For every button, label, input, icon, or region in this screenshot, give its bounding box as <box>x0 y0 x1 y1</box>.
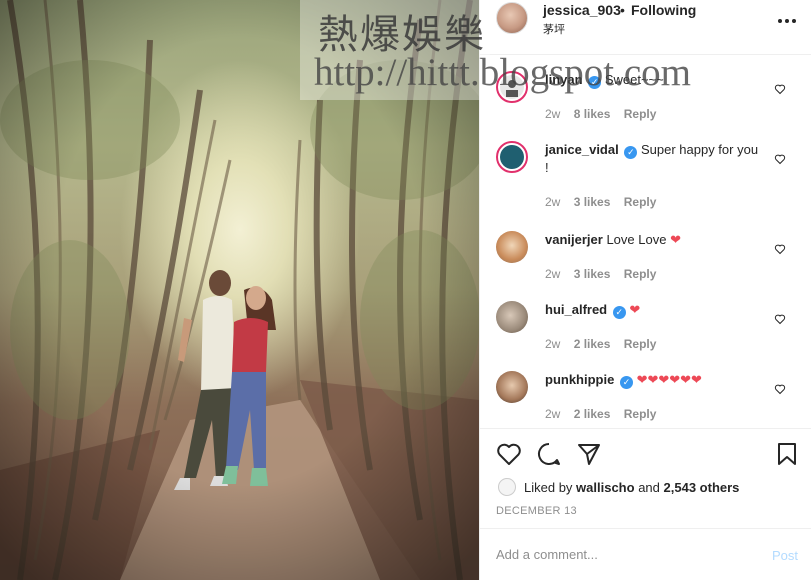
liked-by-and: and <box>638 479 660 495</box>
comment-likes[interactable]: 2 likes <box>574 407 611 421</box>
comment-list: linyan ✓ Sweet~~~ 2w 8 likes Reply janic… <box>480 56 811 428</box>
verified-badge-icon: ✓ <box>624 146 638 159</box>
verified-badge-icon: ✓ <box>619 376 633 389</box>
comment-item: hui_alfred ✓ ❤ 2w 2 likes Reply <box>480 301 811 361</box>
reply-button[interactable]: Reply <box>624 107 657 121</box>
author-avatar[interactable] <box>496 2 528 34</box>
reply-button[interactable]: Reply <box>624 195 657 209</box>
post-header: jessica_903 • Following 茅坪 <box>480 0 811 55</box>
comment-item: punkhippie ✓ ❤❤❤❤❤❤ 2w 2 likes Reply <box>480 371 811 428</box>
comment-text: Sweet~~~ <box>604 72 664 87</box>
comment-meta: 2w 2 likes Reply <box>545 407 666 421</box>
verified-badge-icon: ✓ <box>588 76 602 89</box>
commenter-username[interactable]: linyan <box>545 72 583 87</box>
following-button[interactable]: Following <box>631 2 696 18</box>
commenter-username[interactable]: janice_vidal <box>545 142 619 157</box>
comment-likes[interactable]: 3 likes <box>574 267 611 281</box>
red-heart-emoji-icon: ❤ <box>670 232 681 247</box>
liked-by-others[interactable]: 2,543 others <box>664 480 740 495</box>
post-location[interactable]: 茅坪 <box>543 21 565 37</box>
comment-likes[interactable]: 8 likes <box>574 107 611 121</box>
like-comment-icon[interactable] <box>774 83 786 95</box>
comment-item: janice_vidal ✓ Super happy for you ! 2w … <box>480 141 811 211</box>
comment-bubble-icon[interactable] <box>536 441 562 467</box>
comment-age[interactable]: 2w <box>545 107 560 121</box>
reply-button[interactable]: Reply <box>624 267 657 281</box>
comment-meta: 2w 3 likes Reply <box>545 195 666 209</box>
commenter-avatar[interactable] <box>496 301 528 333</box>
verified-badge-icon: ✓ <box>612 306 626 319</box>
liked-by-user[interactable]: wallischo <box>576 480 635 495</box>
like-comment-icon[interactable] <box>774 313 786 325</box>
comment-text: Love Love <box>606 232 667 247</box>
like-comment-icon[interactable] <box>774 153 786 165</box>
author-username[interactable]: jessica_903 <box>543 2 621 18</box>
liked-by-summary: Liked by wallischo and 2,543 others <box>498 477 739 497</box>
comment-age[interactable]: 2w <box>545 195 560 209</box>
commenter-username[interactable]: hui_alfred <box>545 302 607 317</box>
comment-body: punkhippie ✓ ❤❤❤❤❤❤ <box>545 371 765 389</box>
commenter-avatar[interactable] <box>496 71 528 103</box>
comment-meta: 2w 8 likes Reply <box>545 107 666 121</box>
comment-body: hui_alfred ✓ ❤ <box>545 301 765 319</box>
add-comment-bar: Post <box>480 528 811 580</box>
comment-item: vanijerjer Love Love ❤ 2w 3 likes Reply <box>480 231 811 291</box>
commenter-username[interactable]: punkhippie <box>545 372 614 387</box>
like-comment-icon[interactable] <box>774 243 786 255</box>
comment-likes[interactable]: 3 likes <box>574 195 611 209</box>
liked-by-prefix: Liked by <box>524 479 573 495</box>
comment-item: linyan ✓ Sweet~~~ 2w 8 likes Reply <box>480 71 811 131</box>
share-direct-icon[interactable] <box>576 441 602 467</box>
comment-body: vanijerjer Love Love ❤ <box>545 231 765 249</box>
comment-age[interactable]: 2w <box>545 337 560 351</box>
commenter-avatar[interactable] <box>496 231 528 263</box>
commenter-avatar[interactable] <box>496 141 528 173</box>
add-comment-input[interactable] <box>496 547 746 562</box>
more-horizontal-icon[interactable] <box>777 8 797 29</box>
comment-body: janice_vidal ✓ Super happy for you ! <box>545 141 765 177</box>
reply-button[interactable]: Reply <box>624 337 657 351</box>
reply-button[interactable]: Reply <box>624 407 657 421</box>
comment-body: linyan ✓ Sweet~~~ <box>545 71 765 89</box>
post-comment-button[interactable]: Post <box>772 548 798 563</box>
post-sidebar: jessica_903 • Following 茅坪 linyan ✓ Swee… <box>479 0 811 580</box>
red-heart-emoji-icon: ❤ <box>629 302 641 317</box>
comment-meta: 2w 2 likes Reply <box>545 337 666 351</box>
commenter-avatar[interactable] <box>496 371 528 403</box>
like-comment-icon[interactable] <box>774 383 786 395</box>
post-actions: Liked by wallischo and 2,543 others DECE… <box>480 428 811 528</box>
comment-age[interactable]: 2w <box>545 267 560 281</box>
like-heart-icon[interactable] <box>496 441 522 467</box>
commenter-username[interactable]: vanijerjer <box>545 232 603 247</box>
comment-likes[interactable]: 2 likes <box>574 337 611 351</box>
post-photo[interactable] <box>0 0 479 580</box>
comment-age[interactable]: 2w <box>545 407 560 421</box>
liked-by-avatar[interactable] <box>498 478 516 496</box>
save-bookmark-icon[interactable] <box>774 441 800 467</box>
post-date[interactable]: DECEMBER 13 <box>496 505 577 517</box>
red-hearts-emoji-icon: ❤❤❤❤❤❤ <box>636 372 702 387</box>
comment-meta: 2w 3 likes Reply <box>545 267 666 281</box>
header-separator: • <box>620 2 625 18</box>
bamboo-forest-illustration <box>0 0 479 580</box>
